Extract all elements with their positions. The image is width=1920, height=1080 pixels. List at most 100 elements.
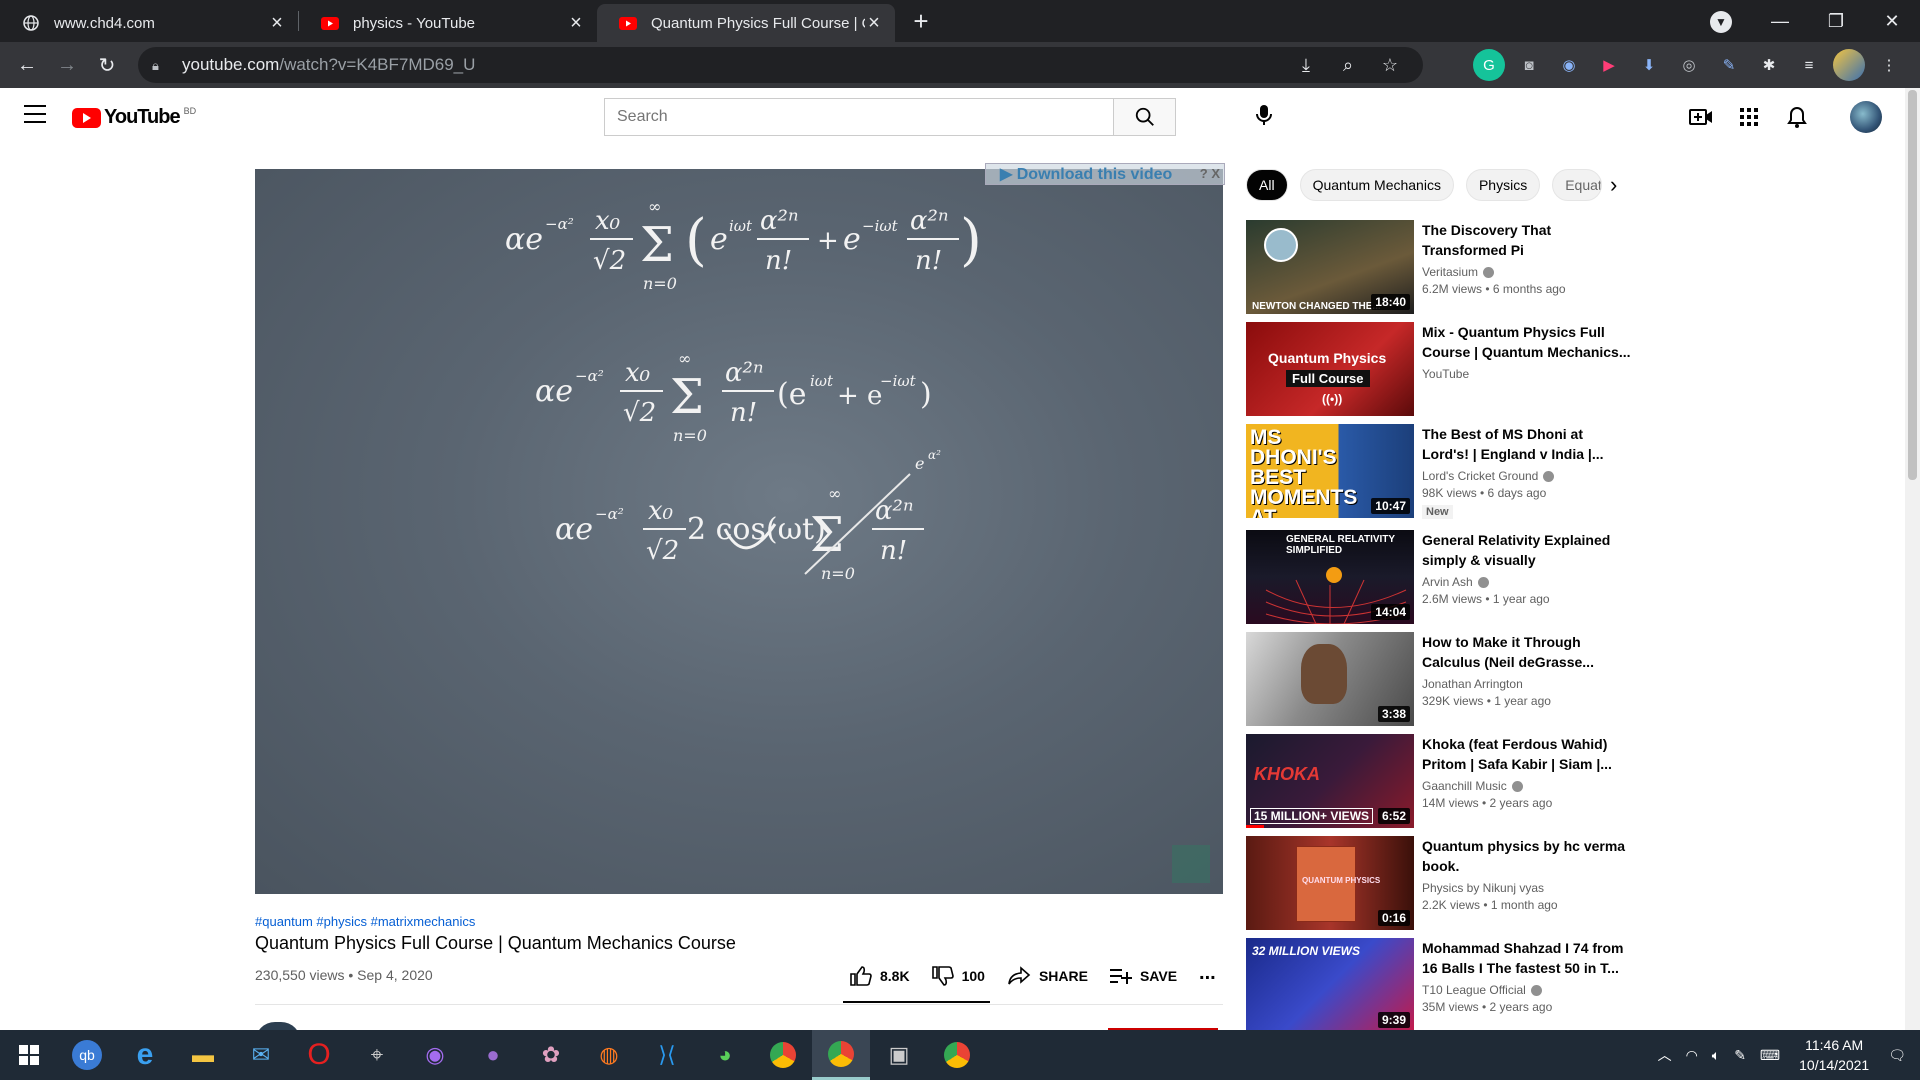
- scrollbar-thumb[interactable]: [1908, 90, 1917, 480]
- tab-quantum-physics[interactable]: Quantum Physics Full Course | Qu ×: [597, 4, 895, 42]
- edge-icon[interactable]: e: [116, 1030, 174, 1080]
- svg-text:−α²: −α²: [595, 505, 624, 523]
- recommendation-item[interactable]: 32 MILLION VIEWS 9:39 Mohammad Shahzad I…: [1246, 938, 1646, 1030]
- profile-avatar-icon[interactable]: [1833, 49, 1865, 81]
- chip-equations[interactable]: Equat: [1552, 169, 1603, 201]
- overlay-close-icon[interactable]: ? X: [1200, 166, 1220, 181]
- video-thumbnail[interactable]: GENERAL RELATIVITY SIMPLIFIED 14:04: [1246, 530, 1414, 624]
- channel-watermark[interactable]: [1172, 845, 1210, 883]
- keyboard-icon[interactable]: ⌨: [1760, 1047, 1780, 1064]
- opera-icon[interactable]: O: [290, 1030, 348, 1080]
- video-thumbnail[interactable]: 32 MILLION VIEWS 9:39: [1246, 938, 1414, 1030]
- recommendation-item[interactable]: QUANTUM PHYSICS 0:16 Quantum physics by …: [1246, 836, 1646, 932]
- recommendation-info: Mohammad Shahzad I 74 from 16 Balls I Th…: [1422, 938, 1632, 1030]
- pocket-play-icon[interactable]: ▶: [1593, 49, 1625, 81]
- close-icon[interactable]: ×: [865, 13, 883, 33]
- search-button[interactable]: [1113, 99, 1175, 135]
- video-hashtags[interactable]: #quantum #physics #matrixmechanics: [255, 914, 475, 929]
- forward-icon[interactable]: →: [47, 45, 87, 85]
- satellite-app-icon[interactable]: ⌖: [348, 1030, 406, 1080]
- chrome-active-icon[interactable]: [812, 1030, 870, 1080]
- video-thumbnail[interactable]: 3:38: [1246, 632, 1414, 726]
- vscode-icon[interactable]: ⟩⟨: [638, 1030, 696, 1080]
- globe-app-icon[interactable]: ◕: [696, 1030, 754, 1080]
- address-bar[interactable]: 🔒︎ youtube.com/watch?v=K4BF7MD69_U: [138, 47, 1423, 83]
- more-actions-icon[interactable]: ...: [1199, 962, 1216, 985]
- pen-tray-icon[interactable]: ✎: [1734, 1047, 1746, 1064]
- zoom-icon[interactable]: ⌕: [1333, 50, 1363, 80]
- close-icon[interactable]: ×: [567, 13, 585, 33]
- mail-icon[interactable]: ✉: [232, 1030, 290, 1080]
- microphone-icon[interactable]: [1252, 103, 1276, 127]
- volume-icon[interactable]: 🔈︎: [1712, 1047, 1720, 1064]
- recommendation-item[interactable]: 3:38 How to Make it Through Calculus (Ne…: [1246, 632, 1646, 728]
- svg-text:√2: √2: [623, 398, 656, 428]
- recommendation-item[interactable]: Quantum Physics Full Course ((•)) Mix - …: [1246, 322, 1646, 418]
- extension-globe-icon[interactable]: ◉: [1553, 49, 1585, 81]
- chip-quantum-mechanics[interactable]: Quantum Mechanics: [1299, 169, 1454, 201]
- reload-icon[interactable]: ↻: [87, 45, 127, 85]
- pen-icon[interactable]: ✎: [1713, 49, 1745, 81]
- apps-grid-icon[interactable]: [1734, 102, 1764, 132]
- menu-icon[interactable]: [24, 105, 46, 123]
- restore-icon[interactable]: ❐: [1808, 11, 1864, 32]
- puzzle-icon[interactable]: ✱: [1753, 49, 1785, 81]
- video-thumbnail[interactable]: NEWTON CHANGED THE... 18:40: [1246, 220, 1414, 314]
- chrome-menu-icon[interactable]: ⋮: [1873, 49, 1905, 81]
- clock[interactable]: 11:46 AM 10/14/2021: [1799, 1035, 1869, 1075]
- wifi-icon[interactable]: ◠: [1686, 1047, 1698, 1064]
- messenger-icon[interactable]: ◉: [406, 1030, 464, 1080]
- recommendation-item[interactable]: MS DHONI'S BEST MOMENTS AT LORD'S 10:47 …: [1246, 424, 1646, 528]
- notification-center-icon[interactable]: 🗨︎: [1888, 1047, 1906, 1064]
- tab-search-icon[interactable]: ▼: [1710, 11, 1732, 33]
- terminal-icon[interactable]: ▣: [870, 1030, 928, 1080]
- like-button[interactable]: 8.8K: [850, 966, 910, 986]
- camera-icon[interactable]: ◙: [1513, 49, 1545, 81]
- paint-icon[interactable]: ✿: [522, 1030, 580, 1080]
- download-extension-icon[interactable]: ⬇: [1633, 49, 1665, 81]
- recommendation-item[interactable]: GENERAL RELATIVITY SIMPLIFIED 14:04 Gene…: [1246, 530, 1646, 626]
- tab-physics-youtube[interactable]: physics - YouTube ×: [299, 4, 597, 42]
- download-video-overlay[interactable]: ▶ Download this video ? X: [985, 163, 1225, 185]
- windows-start-icon[interactable]: [0, 1030, 58, 1080]
- tray-chevron-icon[interactable]: ︿: [1658, 1045, 1672, 1065]
- save-button[interactable]: SAVE: [1109, 967, 1177, 985]
- notifications-bell-icon[interactable]: [1782, 102, 1812, 132]
- firefox-icon[interactable]: ◍: [580, 1030, 638, 1080]
- file-explorer-icon[interactable]: ▬: [174, 1030, 232, 1080]
- recommendation-item[interactable]: KHOKA 15 MILLION+ VIEWS 6:52 Khoka (feat…: [1246, 734, 1646, 830]
- github-icon[interactable]: ●: [464, 1030, 522, 1080]
- tab-chd4[interactable]: www.chd4.com ×: [0, 4, 298, 42]
- video-player[interactable]: αe −α² x₀ √2 Σ ∞ n=0 ( e iωt α²ⁿ n! + e …: [255, 169, 1223, 894]
- grammarly-icon[interactable]: G: [1473, 49, 1505, 81]
- close-window-icon[interactable]: ✕: [1864, 11, 1920, 32]
- bookmark-star-icon[interactable]: ☆: [1375, 50, 1405, 80]
- chevron-right-icon[interactable]: ›: [1610, 172, 1617, 198]
- chip-all[interactable]: All: [1246, 169, 1288, 201]
- chrome-icon[interactable]: [754, 1030, 812, 1080]
- dislike-button[interactable]: 100: [931, 966, 985, 986]
- mix-thumbnail[interactable]: Quantum Physics Full Course ((•)): [1246, 322, 1414, 416]
- share-button[interactable]: SHARE: [1007, 966, 1088, 986]
- video-thumbnail[interactable]: MS DHONI'S BEST MOMENTS AT LORD'S 10:47: [1246, 424, 1414, 518]
- recommendation-item[interactable]: NEWTON CHANGED THE... 18:40 The Discover…: [1246, 220, 1646, 316]
- chatgpt-icon[interactable]: ◎: [1673, 49, 1705, 81]
- video-thumbnail[interactable]: QUANTUM PHYSICS 0:16: [1246, 836, 1414, 930]
- recommendation-meta: 14M views • 2 years ago: [1422, 796, 1553, 810]
- chip-physics[interactable]: Physics: [1465, 169, 1541, 201]
- search-input[interactable]: [605, 99, 1113, 135]
- close-icon[interactable]: ×: [268, 13, 286, 33]
- reading-list-icon[interactable]: ≡: [1793, 49, 1825, 81]
- window-controls: — ❐ ✕: [1752, 0, 1920, 42]
- youtube-logo[interactable]: YouTube BD: [72, 106, 196, 129]
- page-scrollbar[interactable]: [1905, 88, 1920, 1030]
- install-icon[interactable]: ⤓: [1291, 50, 1321, 80]
- account-avatar[interactable]: [1850, 101, 1882, 133]
- minimize-icon[interactable]: —: [1752, 11, 1808, 32]
- chrome-profile-icon[interactable]: [928, 1030, 986, 1080]
- qbittorrent-icon[interactable]: qb: [58, 1030, 116, 1080]
- new-tab-button[interactable]: +: [903, 3, 939, 39]
- back-icon[interactable]: ←: [7, 45, 47, 85]
- video-thumbnail[interactable]: KHOKA 15 MILLION+ VIEWS 6:52: [1246, 734, 1414, 828]
- create-video-icon[interactable]: [1686, 102, 1716, 132]
